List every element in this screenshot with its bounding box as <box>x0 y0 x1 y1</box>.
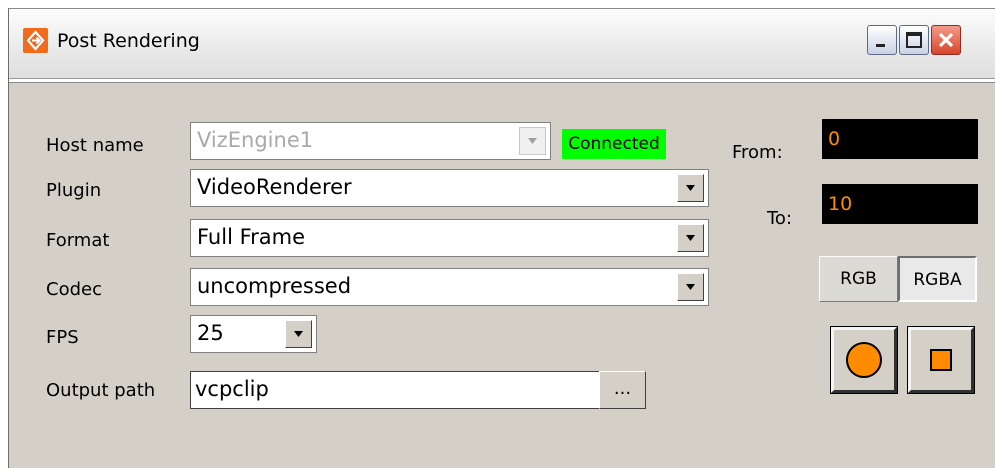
output-path-input[interactable]: vcpclip <box>190 371 600 409</box>
post-rendering-window: Post Rendering Host name VizEngine1 Conn… <box>8 8 995 468</box>
codec-dropdown-button[interactable] <box>677 273 704 301</box>
window-title: Post Rendering <box>57 30 200 52</box>
minimize-icon <box>876 44 885 47</box>
format-dropdown-button[interactable] <box>677 224 704 252</box>
fps-select[interactable]: 25 <box>190 315 317 353</box>
connection-status-badge: Connected <box>562 129 666 159</box>
host-name-label: Host name <box>46 135 144 156</box>
stop-square-icon <box>930 349 952 371</box>
plugin-select[interactable]: VideoRenderer <box>190 169 709 207</box>
to-label: To: <box>767 208 793 229</box>
plugin-dropdown-button[interactable] <box>677 174 704 202</box>
stop-button[interactable] <box>907 326 975 394</box>
chevron-down-icon <box>686 185 695 191</box>
maximize-button[interactable] <box>899 25 929 55</box>
plugin-value: VideoRenderer <box>197 175 352 199</box>
chevron-down-icon <box>294 331 303 337</box>
chevron-down-icon <box>528 138 537 144</box>
rgba-mode-button[interactable]: RGBA <box>898 256 977 302</box>
codec-label: Codec <box>46 279 102 300</box>
fps-value: 25 <box>197 321 224 345</box>
record-circle-icon <box>846 342 882 378</box>
host-dropdown-button[interactable] <box>519 127 546 155</box>
host-name-select[interactable]: VizEngine1 <box>190 122 551 160</box>
chevron-down-icon <box>686 284 695 290</box>
chevron-down-icon <box>686 235 695 241</box>
post-rendering-app-icon[interactable] <box>23 28 48 53</box>
codec-select[interactable]: uncompressed <box>190 268 709 306</box>
fps-label: FPS <box>46 327 79 348</box>
close-icon <box>938 32 954 48</box>
host-name-value: VizEngine1 <box>197 128 314 152</box>
from-frame-input[interactable]: 0 <box>822 119 978 159</box>
record-button[interactable] <box>830 326 898 394</box>
close-button[interactable] <box>931 25 961 55</box>
maximize-icon <box>906 32 922 48</box>
fps-dropdown-button[interactable] <box>285 320 312 348</box>
format-label: Format <box>46 230 110 251</box>
from-label: From: <box>732 142 783 163</box>
plugin-label: Plugin <box>46 180 102 201</box>
to-frame-input[interactable]: 10 <box>822 184 978 224</box>
codec-value: uncompressed <box>197 274 352 298</box>
title-bar[interactable]: Post Rendering <box>9 9 995 79</box>
rgb-mode-button[interactable]: RGB <box>819 256 898 302</box>
minimize-button[interactable] <box>867 25 897 55</box>
output-path-label: Output path <box>46 380 156 401</box>
format-select[interactable]: Full Frame <box>190 219 709 257</box>
browse-button[interactable]: ... <box>599 371 646 409</box>
format-value: Full Frame <box>197 225 306 249</box>
